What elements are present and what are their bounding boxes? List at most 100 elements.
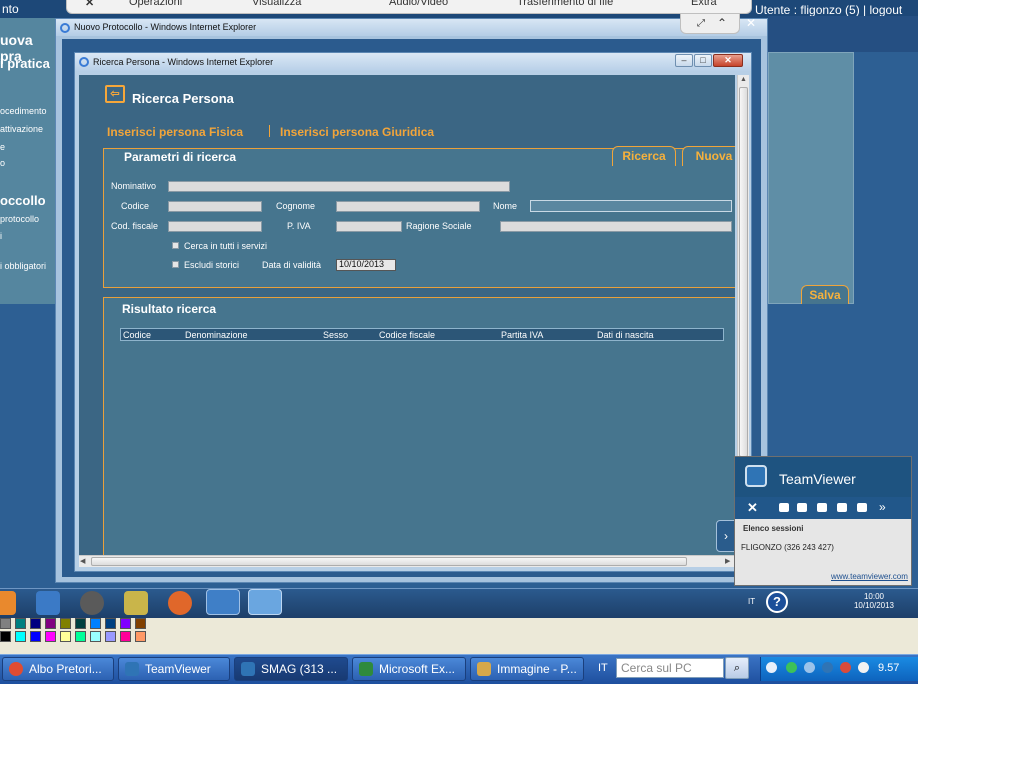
minimize-button[interactable]: – [675,54,693,67]
column-header[interactable]: Dati di nascita [597,330,654,340]
remote-language[interactable]: IT [748,597,755,606]
toolbar-item-extra[interactable]: Extra [691,0,717,8]
taskbar-button-teamviewer[interactable]: TeamViewer [118,657,230,681]
menu-item[interactable]: attivazione [0,124,43,134]
volume-icon[interactable] [840,662,851,673]
column-header[interactable]: Sesso [323,330,348,340]
color-swatch[interactable] [75,631,86,642]
ie-taskbar-icon[interactable] [248,589,282,615]
taskbar-button-excel[interactable]: Microsoft Ex... [352,657,466,681]
toolbar-item-audio[interactable]: Audio/Video [389,0,448,8]
menu-item[interactable]: i obbligatori [0,261,46,271]
files-icon[interactable] [857,503,867,512]
color-swatch[interactable] [60,631,71,642]
color-swatch[interactable] [105,618,116,629]
link-persona-giuridica[interactable]: Inserisci persona Giuridica [280,125,434,139]
maximize-button[interactable]: □ [694,54,712,67]
color-swatch[interactable] [135,618,146,629]
cognome-input[interactable] [336,201,480,212]
data-validita-input[interactable]: 10/10/2013 [336,259,396,271]
chat-icon[interactable] [837,503,847,512]
color-swatch[interactable] [120,631,131,642]
codice-input[interactable] [168,201,262,212]
escludi-storici-checkbox[interactable] [172,261,179,268]
menu-item[interactable]: e [0,142,5,152]
vertical-scroll-thumb[interactable] [739,87,748,457]
menu-item[interactable]: i [0,231,2,241]
ragione-sociale-input[interactable] [500,221,732,232]
taskbar-button-smag[interactable]: SMAG (313 ... [234,657,348,681]
color-swatch[interactable] [15,618,26,629]
color-swatch[interactable] [30,618,41,629]
teamviewer-expand-icon[interactable]: › [716,520,736,552]
firefox-icon[interactable] [168,591,192,615]
help-icon[interactable]: ? [766,591,788,613]
network-icon[interactable] [804,662,815,673]
menu-item[interactable]: ocedimento [0,106,47,116]
color-swatch[interactable] [75,618,86,629]
column-header[interactable]: Denominazione [185,330,248,340]
horizontal-scroll-thumb[interactable] [91,557,687,566]
taskbar-button-paint[interactable]: Immagine - P... [470,657,584,681]
search-icon[interactable]: ⌕ [725,657,749,679]
salva-button[interactable]: Salva [801,285,849,304]
codfiscale-input[interactable] [168,221,262,232]
column-header[interactable]: Partita IVA [501,330,543,340]
color-swatch[interactable] [15,631,26,642]
nominativo-input[interactable] [168,181,510,192]
menu-item[interactable]: o [0,158,5,168]
color-swatch[interactable] [105,631,116,642]
toolbar-item-operazioni[interactable]: Operazioni [129,0,182,8]
arrow-app-icon[interactable] [36,591,60,615]
color-swatch[interactable] [60,618,71,629]
session-entry[interactable]: FLIGONZO (326 243 427) [741,543,834,552]
fullscreen-icon[interactable]: ⤢ [697,18,705,29]
link-persona-fisica[interactable]: Inserisci persona Fisica [107,125,243,139]
column-header[interactable]: Codice [123,330,151,340]
toolbar-item-trasferimento[interactable]: Trasferimento di file [517,0,613,8]
color-swatch[interactable] [135,631,146,642]
user-info[interactable]: Utente : fligonzo (5) | logout [755,3,902,17]
hp-icon[interactable] [80,591,104,615]
more-icon[interactable]: » [879,500,886,514]
headset-icon[interactable] [817,503,827,512]
color-swatch[interactable] [0,618,11,629]
close-button[interactable]: ✕ [713,54,743,67]
tray-expand-icon[interactable] [766,662,777,673]
teamviewer-close-icon[interactable]: ✕ [747,500,758,516]
nome-input[interactable] [530,200,732,212]
menu-item[interactable]: i pratica [0,56,50,71]
color-swatch[interactable] [0,631,11,642]
cerca-tutti-checkbox[interactable] [172,242,179,249]
color-swatch[interactable] [45,618,56,629]
search-tray-icon[interactable] [858,662,869,673]
media-player-icon[interactable] [0,591,16,615]
menu-item[interactable]: protocollo [0,214,39,224]
piva-input[interactable] [336,221,402,232]
outer-close-icon[interactable]: ✕ [742,16,760,30]
collapse-icon[interactable]: ⌃ [717,16,727,30]
taskbar-button-albo[interactable]: Albo Pretori... [2,657,114,681]
tab-ricerca[interactable]: Ricerca [612,146,676,166]
column-header[interactable]: Codice fiscale [379,330,435,340]
color-swatch[interactable] [90,618,101,629]
tab-nuova[interactable]: Nuova [682,146,735,166]
horizontal-scrollbar[interactable]: ◀ ▶ [79,555,735,567]
teamviewer-tray-icon[interactable] [822,662,833,673]
teamviewer-link[interactable]: www.teamviewer.com [831,572,908,581]
toolbar-item-visualizza[interactable]: Visualizza [252,0,301,8]
security-icon[interactable] [786,662,797,673]
teamviewer-taskbar-icon[interactable] [206,589,240,615]
menu-item[interactable]: occollo [0,193,46,208]
color-swatch[interactable] [30,631,41,642]
exit-icon[interactable]: ⇦ [105,85,125,103]
search-input[interactable]: Cerca sul PC [616,658,724,678]
language-indicator[interactable]: IT [598,662,608,674]
video-icon[interactable] [779,503,789,512]
color-swatch[interactable] [90,631,101,642]
app-icon[interactable] [124,591,148,615]
color-swatch[interactable] [45,631,56,642]
color-swatch[interactable] [120,618,131,629]
phone-icon[interactable] [797,503,807,512]
close-icon[interactable]: ✕ [85,0,94,9]
